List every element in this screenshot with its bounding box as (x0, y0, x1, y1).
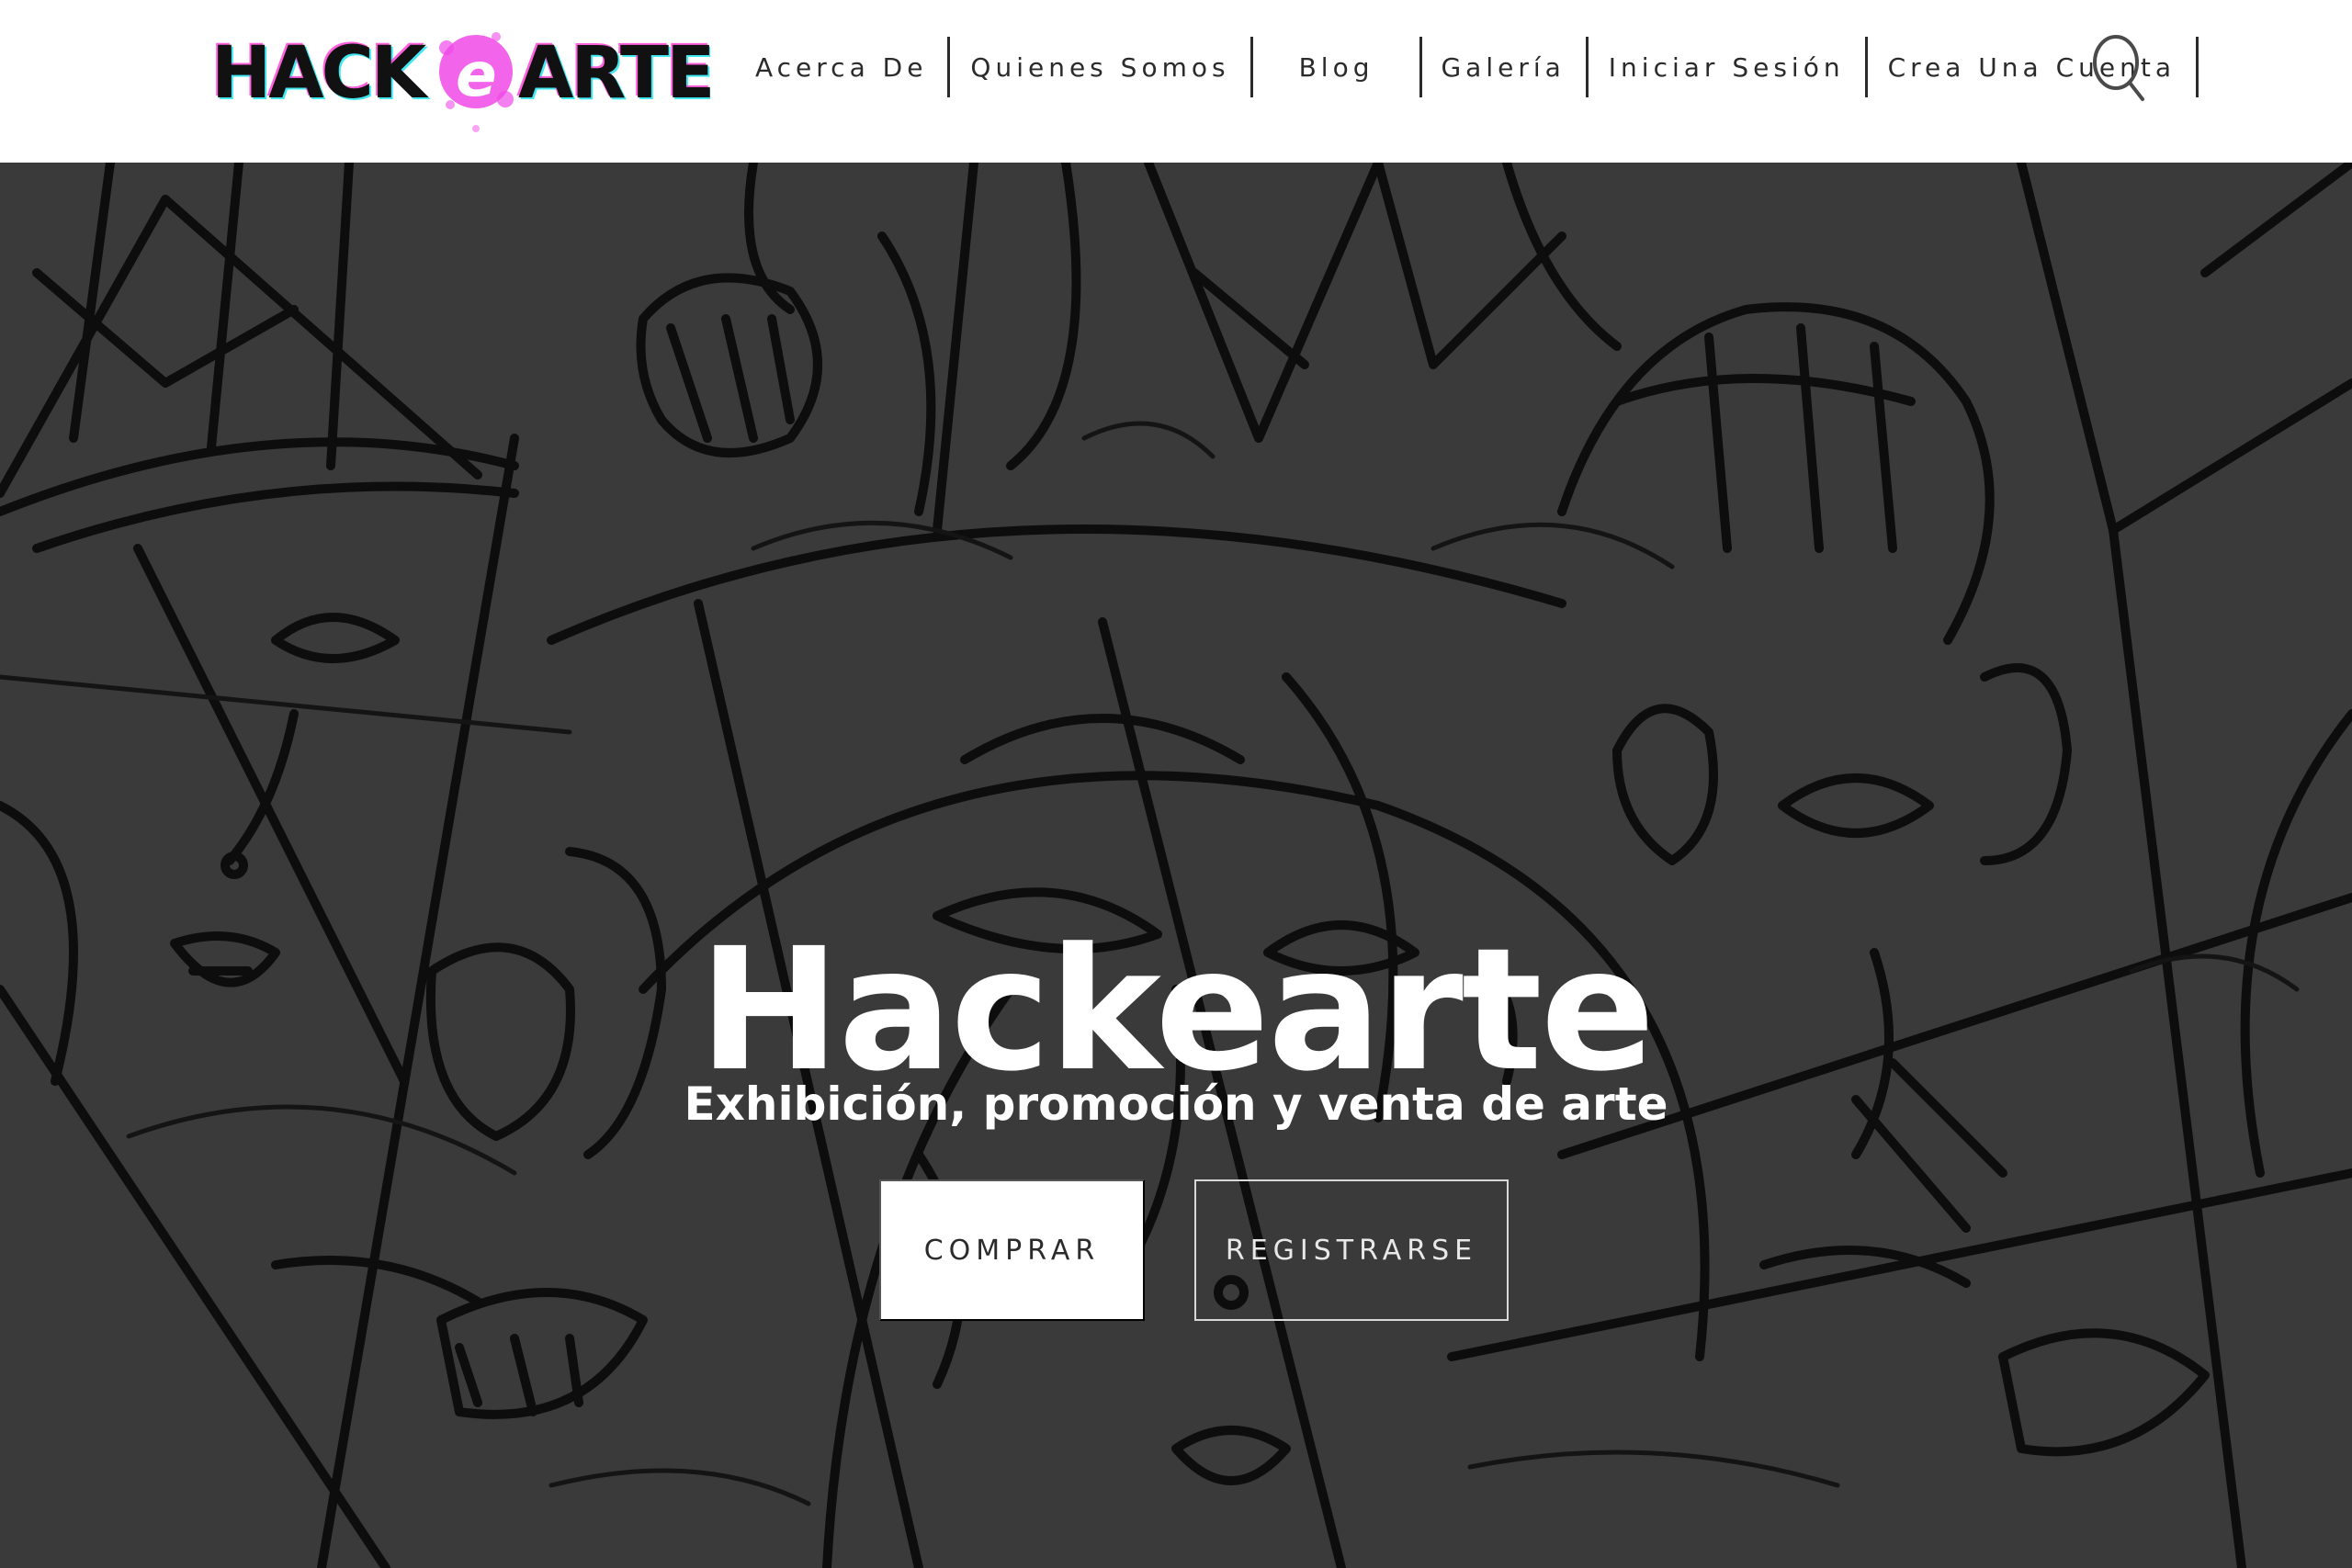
search-button[interactable] (2086, 31, 2152, 105)
nav-item-blog[interactable]: Blog (1253, 37, 1423, 97)
nav-item-iniciar-sesion[interactable]: Iniciar Sesión (1589, 37, 1868, 97)
svg-text:ARTE: ARTE (518, 32, 710, 115)
page: HACK HACK HACK e ARTE ARTE ARTE Acerca D… (0, 0, 2352, 1568)
site-header: HACK HACK HACK e ARTE ARTE ARTE Acerca D… (0, 0, 2352, 163)
nav-item-quienes-somos[interactable]: Quienes Somos (950, 37, 1253, 97)
logo-graphic: HACK HACK HACK e ARTE ARTE ARTE (209, 30, 710, 132)
line-art-illustration (0, 163, 2352, 1568)
svg-text:HACK: HACK (211, 32, 429, 115)
search-icon (2093, 35, 2144, 101)
hero-background-artwork (0, 163, 2352, 1568)
site-logo[interactable]: HACK HACK HACK e ARTE ARTE ARTE (209, 11, 710, 140)
nav-item-acerca-de[interactable]: Acerca De (735, 37, 951, 97)
registrarse-button[interactable]: REGISTRARSE (1194, 1179, 1509, 1321)
hero-section: Hackearte Exhibición, promoción y venta … (0, 163, 2352, 1568)
main-nav: Acerca De Quienes Somos Blog Galería Ini… (735, 37, 2199, 97)
comprar-button[interactable]: COMPRAR (879, 1179, 1145, 1321)
hero-title: Hackearte (698, 912, 1655, 1110)
hero-subtitle: Exhibición, promoción y venta de arte (684, 1077, 1668, 1131)
nav-item-galeria[interactable]: Galería (1422, 37, 1589, 97)
svg-text:e: e (456, 39, 497, 110)
